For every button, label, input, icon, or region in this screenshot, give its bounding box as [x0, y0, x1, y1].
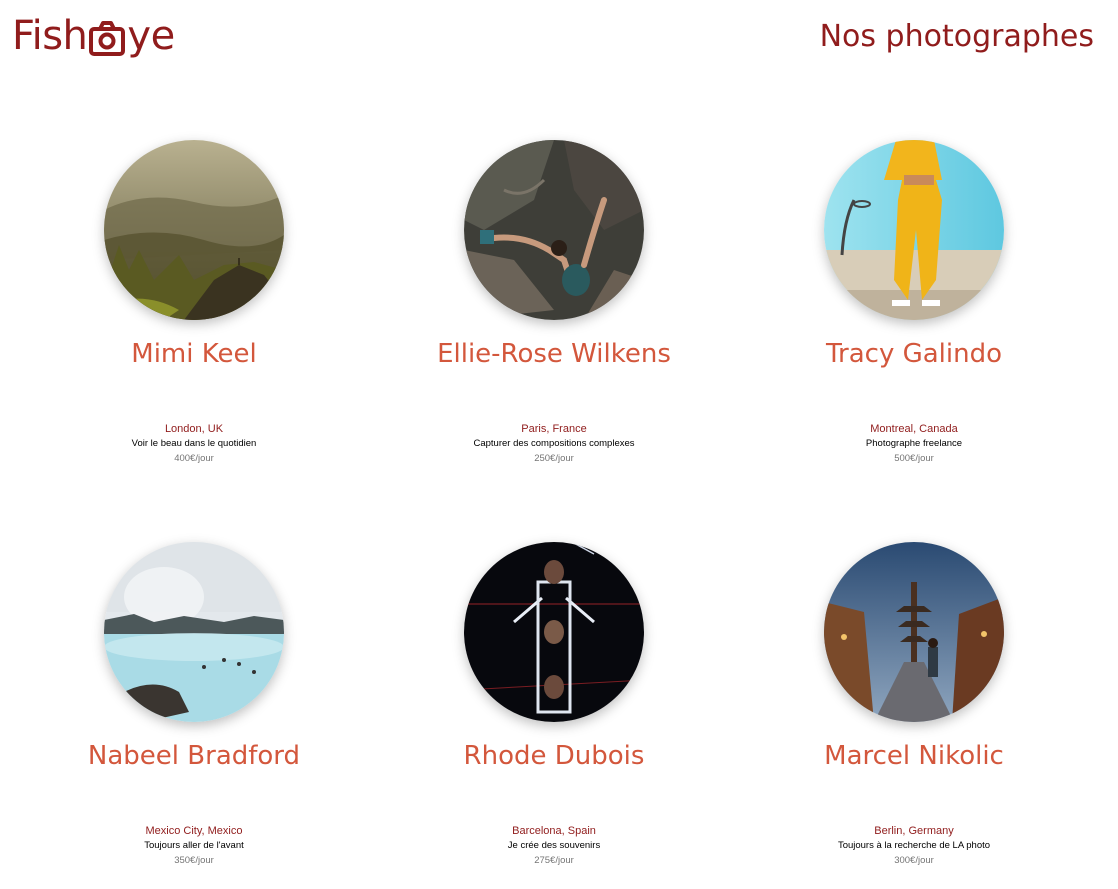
- photographer-portrait[interactable]: [104, 542, 284, 722]
- photographer-name: Tracy Galindo: [825, 339, 1003, 369]
- photographer-portrait[interactable]: [464, 542, 644, 722]
- photographer-card[interactable]: Tracy Galindo Montreal, Canada Photograp…: [764, 140, 1064, 466]
- page-title: Nos photographes: [819, 19, 1094, 54]
- photographer-price: 250€/jour: [534, 453, 574, 464]
- photographer-location: Mexico City, Mexico: [145, 825, 243, 837]
- logo-text-right: ye: [127, 13, 175, 59]
- photographer-info: Berlin, Germany Toujours à la recherche …: [764, 824, 1064, 868]
- photographer-portrait[interactable]: [104, 140, 284, 320]
- photographer-location: Barcelona, Spain: [512, 825, 596, 837]
- photographer-info: Paris, France Capturer des compositions …: [404, 422, 704, 466]
- fisheye-logo[interactable]: Fish ye: [12, 8, 175, 64]
- photographer-tagline: Toujours aller de l'avant: [144, 840, 244, 851]
- camera-icon: [88, 17, 126, 56]
- logo-text-left: Fish: [12, 13, 88, 59]
- photographer-name: Nabeel Bradford: [87, 741, 301, 771]
- photographer-location: Paris, France: [521, 423, 587, 435]
- photographer-card[interactable]: Nabeel Bradford Mexico City, Mexico Touj…: [44, 542, 344, 868]
- photographer-card[interactable]: Marcel Nikolic Berlin, Germany Toujours …: [764, 542, 1064, 868]
- photographer-tagline: Toujours à la recherche de LA photo: [837, 840, 991, 851]
- photographer-name: Rhode Dubois: [463, 741, 645, 771]
- photographer-tagline: Voir le beau dans le quotidien: [131, 438, 257, 449]
- photographer-tagline: Photographe freelance: [865, 438, 963, 449]
- photographer-tagline: Je crée des souvenirs: [507, 840, 601, 851]
- photographer-portrait[interactable]: [824, 542, 1004, 722]
- photographer-info: Barcelona, Spain Je crée des souvenirs 2…: [404, 824, 704, 868]
- photographer-name: Ellie-Rose Wilkens: [437, 339, 671, 369]
- photographer-price: 400€/jour: [174, 453, 214, 464]
- photographer-price: 275€/jour: [534, 855, 574, 866]
- photographer-card[interactable]: Rhode Dubois Barcelona, Spain Je crée de…: [404, 542, 704, 868]
- photographer-tagline: Capturer des compositions complexes: [473, 438, 635, 449]
- photographer-location: Montreal, Canada: [870, 423, 958, 435]
- photographer-portrait[interactable]: [824, 140, 1004, 320]
- photographer-card[interactable]: Mimi Keel London, UK Voir le beau dans l…: [44, 140, 344, 466]
- photographer-name: Marcel Nikolic: [824, 741, 1004, 771]
- photographer-price: 300€/jour: [894, 855, 934, 866]
- photographer-price: 350€/jour: [174, 855, 214, 866]
- site-header: Fish ye Nos photographes: [0, 0, 1118, 80]
- photographer-info: Mexico City, Mexico Toujours aller de l'…: [44, 824, 344, 868]
- photographer-location: Berlin, Germany: [874, 825, 954, 837]
- photographer-name: Mimi Keel: [131, 339, 257, 369]
- photographer-info: London, UK Voir le beau dans le quotidie…: [44, 422, 344, 466]
- photographer-location: London, UK: [164, 423, 224, 435]
- photographer-card[interactable]: Ellie-Rose Wilkens Paris, France Capture…: [404, 140, 704, 466]
- photographer-portrait[interactable]: [464, 140, 644, 320]
- photographer-price: 500€/jour: [894, 453, 934, 464]
- photographer-info: Montreal, Canada Photographe freelance 5…: [764, 422, 1064, 466]
